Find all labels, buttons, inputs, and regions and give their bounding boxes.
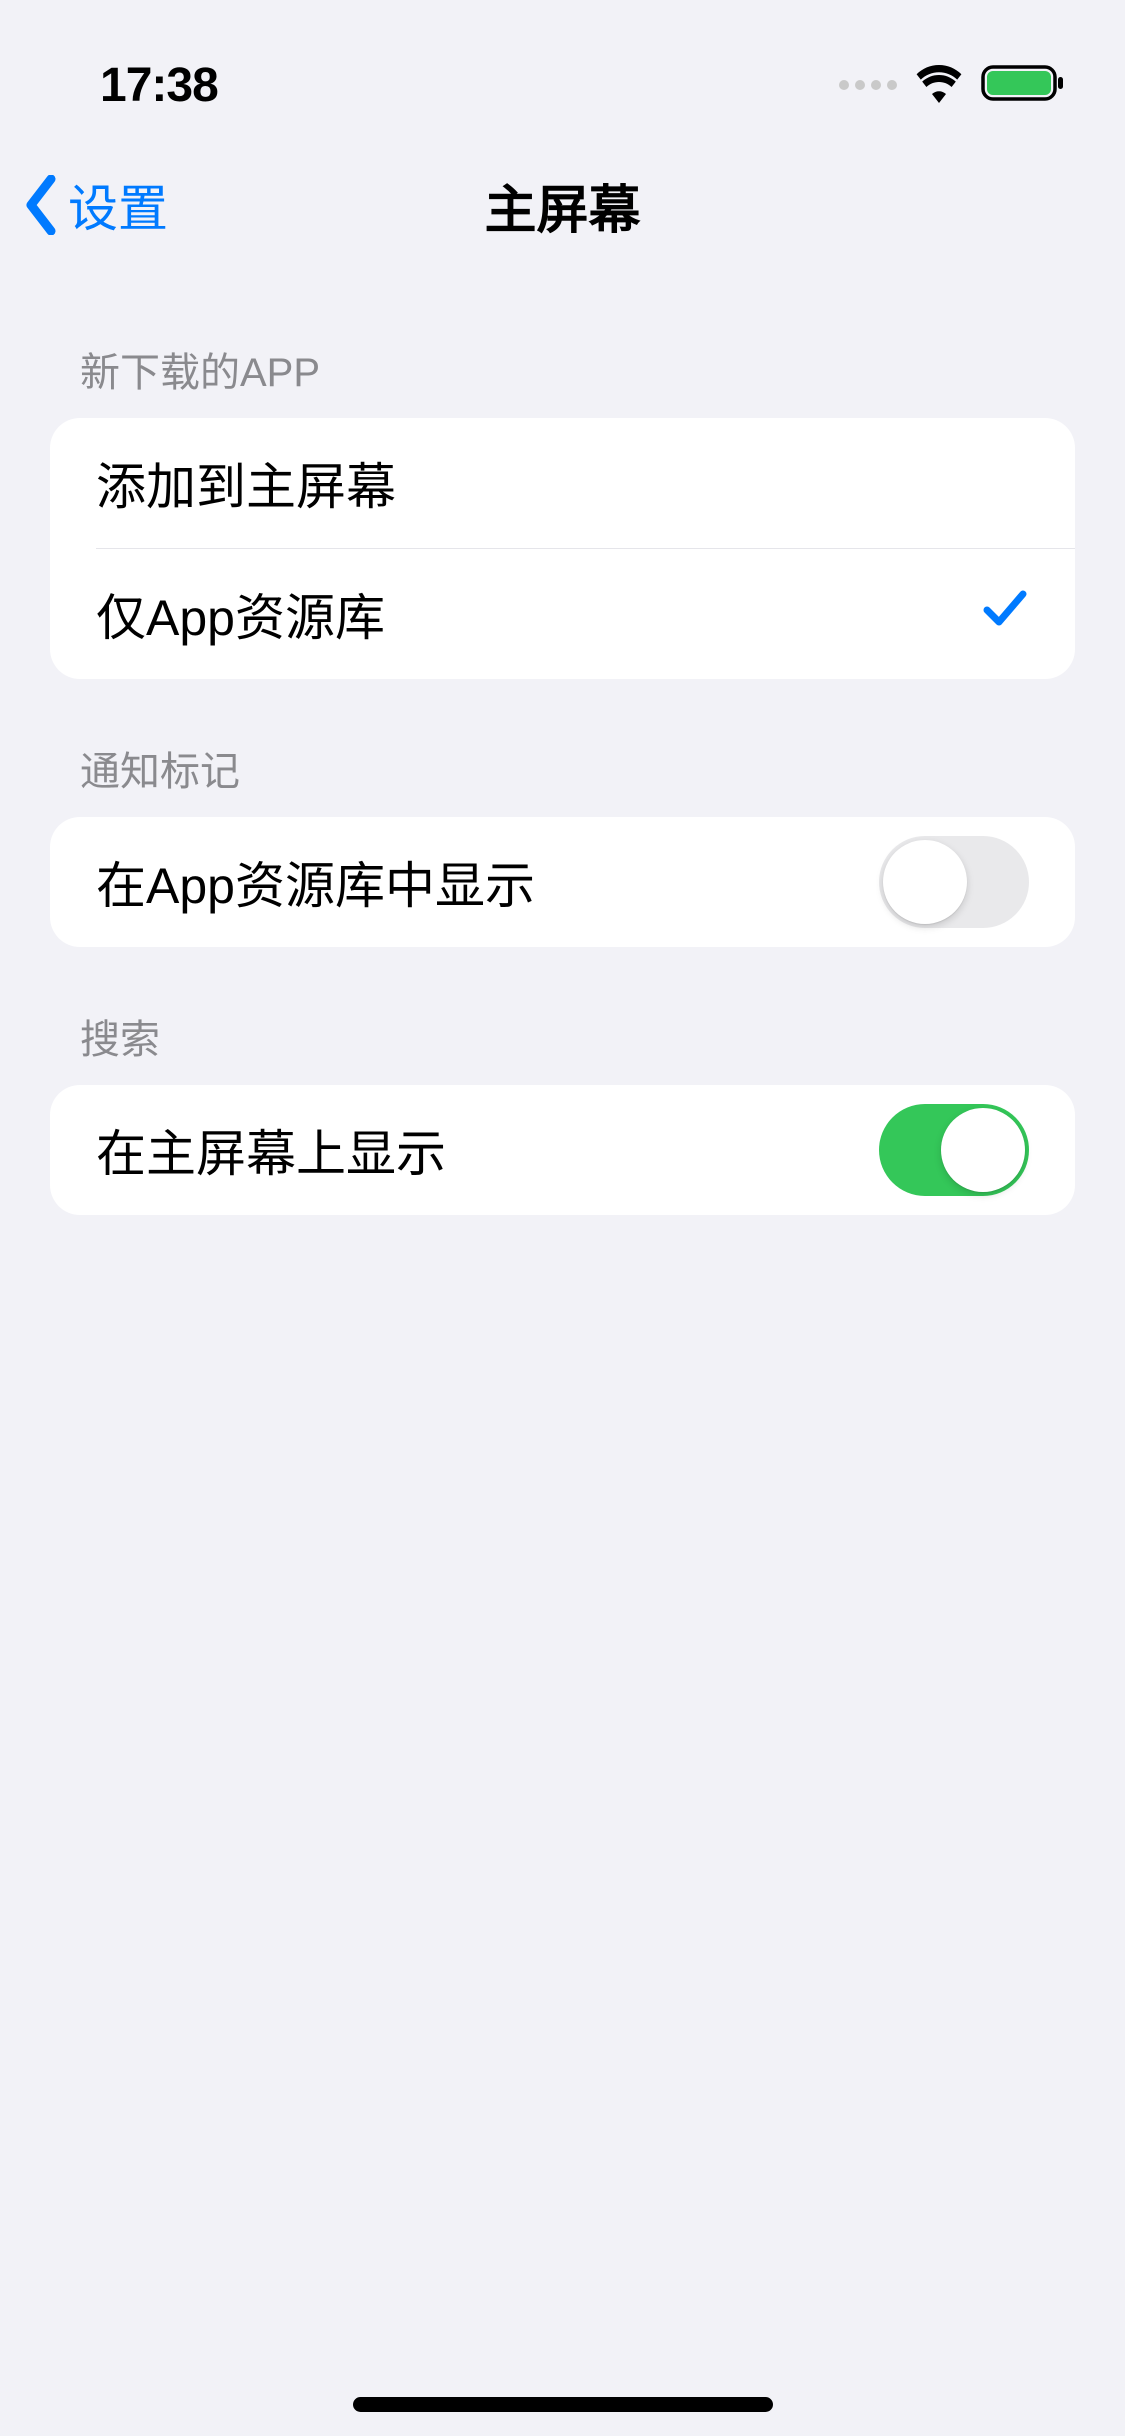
toggle-show-in-app-library[interactable] <box>879 836 1029 928</box>
wifi-icon <box>915 63 963 108</box>
home-indicator[interactable] <box>353 2397 773 2412</box>
checkmark-icon <box>981 584 1029 644</box>
row-show-in-app-library: 在App资源库中显示 <box>50 817 1075 947</box>
status-time: 17:38 <box>100 58 218 113</box>
section-header-new-apps: 新下载的APP <box>50 270 1075 418</box>
group-badges: 在App资源库中显示 <box>50 817 1075 947</box>
option-app-library-only[interactable]: 仅App资源库 <box>50 549 1075 679</box>
content: 新下载的APP 添加到主屏幕 仅App资源库 通知标记 在App资源库中显示 搜… <box>0 270 1125 1215</box>
nav-bar: 设置 主屏幕 <box>0 140 1125 270</box>
option-label: 添加到主屏幕 <box>96 447 396 519</box>
group-search: 在主屏幕上显示 <box>50 1085 1075 1215</box>
section-header-search: 搜索 <box>50 947 1075 1085</box>
back-button[interactable]: 设置 <box>22 169 168 241</box>
toggle-label: 在主屏幕上显示 <box>96 1114 446 1186</box>
status-indicators <box>839 63 1065 108</box>
status-bar: 17:38 <box>0 0 1125 140</box>
option-label: 仅App资源库 <box>96 578 385 650</box>
toggle-label: 在App资源库中显示 <box>96 846 535 918</box>
toggle-show-on-home[interactable] <box>879 1104 1029 1196</box>
option-add-to-home[interactable]: 添加到主屏幕 <box>50 418 1075 548</box>
battery-icon <box>981 63 1065 108</box>
row-show-on-home: 在主屏幕上显示 <box>50 1085 1075 1215</box>
page-title: 主屏幕 <box>484 168 640 243</box>
back-label: 设置 <box>68 169 168 241</box>
section-header-badges: 通知标记 <box>50 679 1075 817</box>
group-new-apps: 添加到主屏幕 仅App资源库 <box>50 418 1075 679</box>
chevron-left-icon <box>22 175 60 235</box>
cellular-dots-icon <box>839 80 897 90</box>
